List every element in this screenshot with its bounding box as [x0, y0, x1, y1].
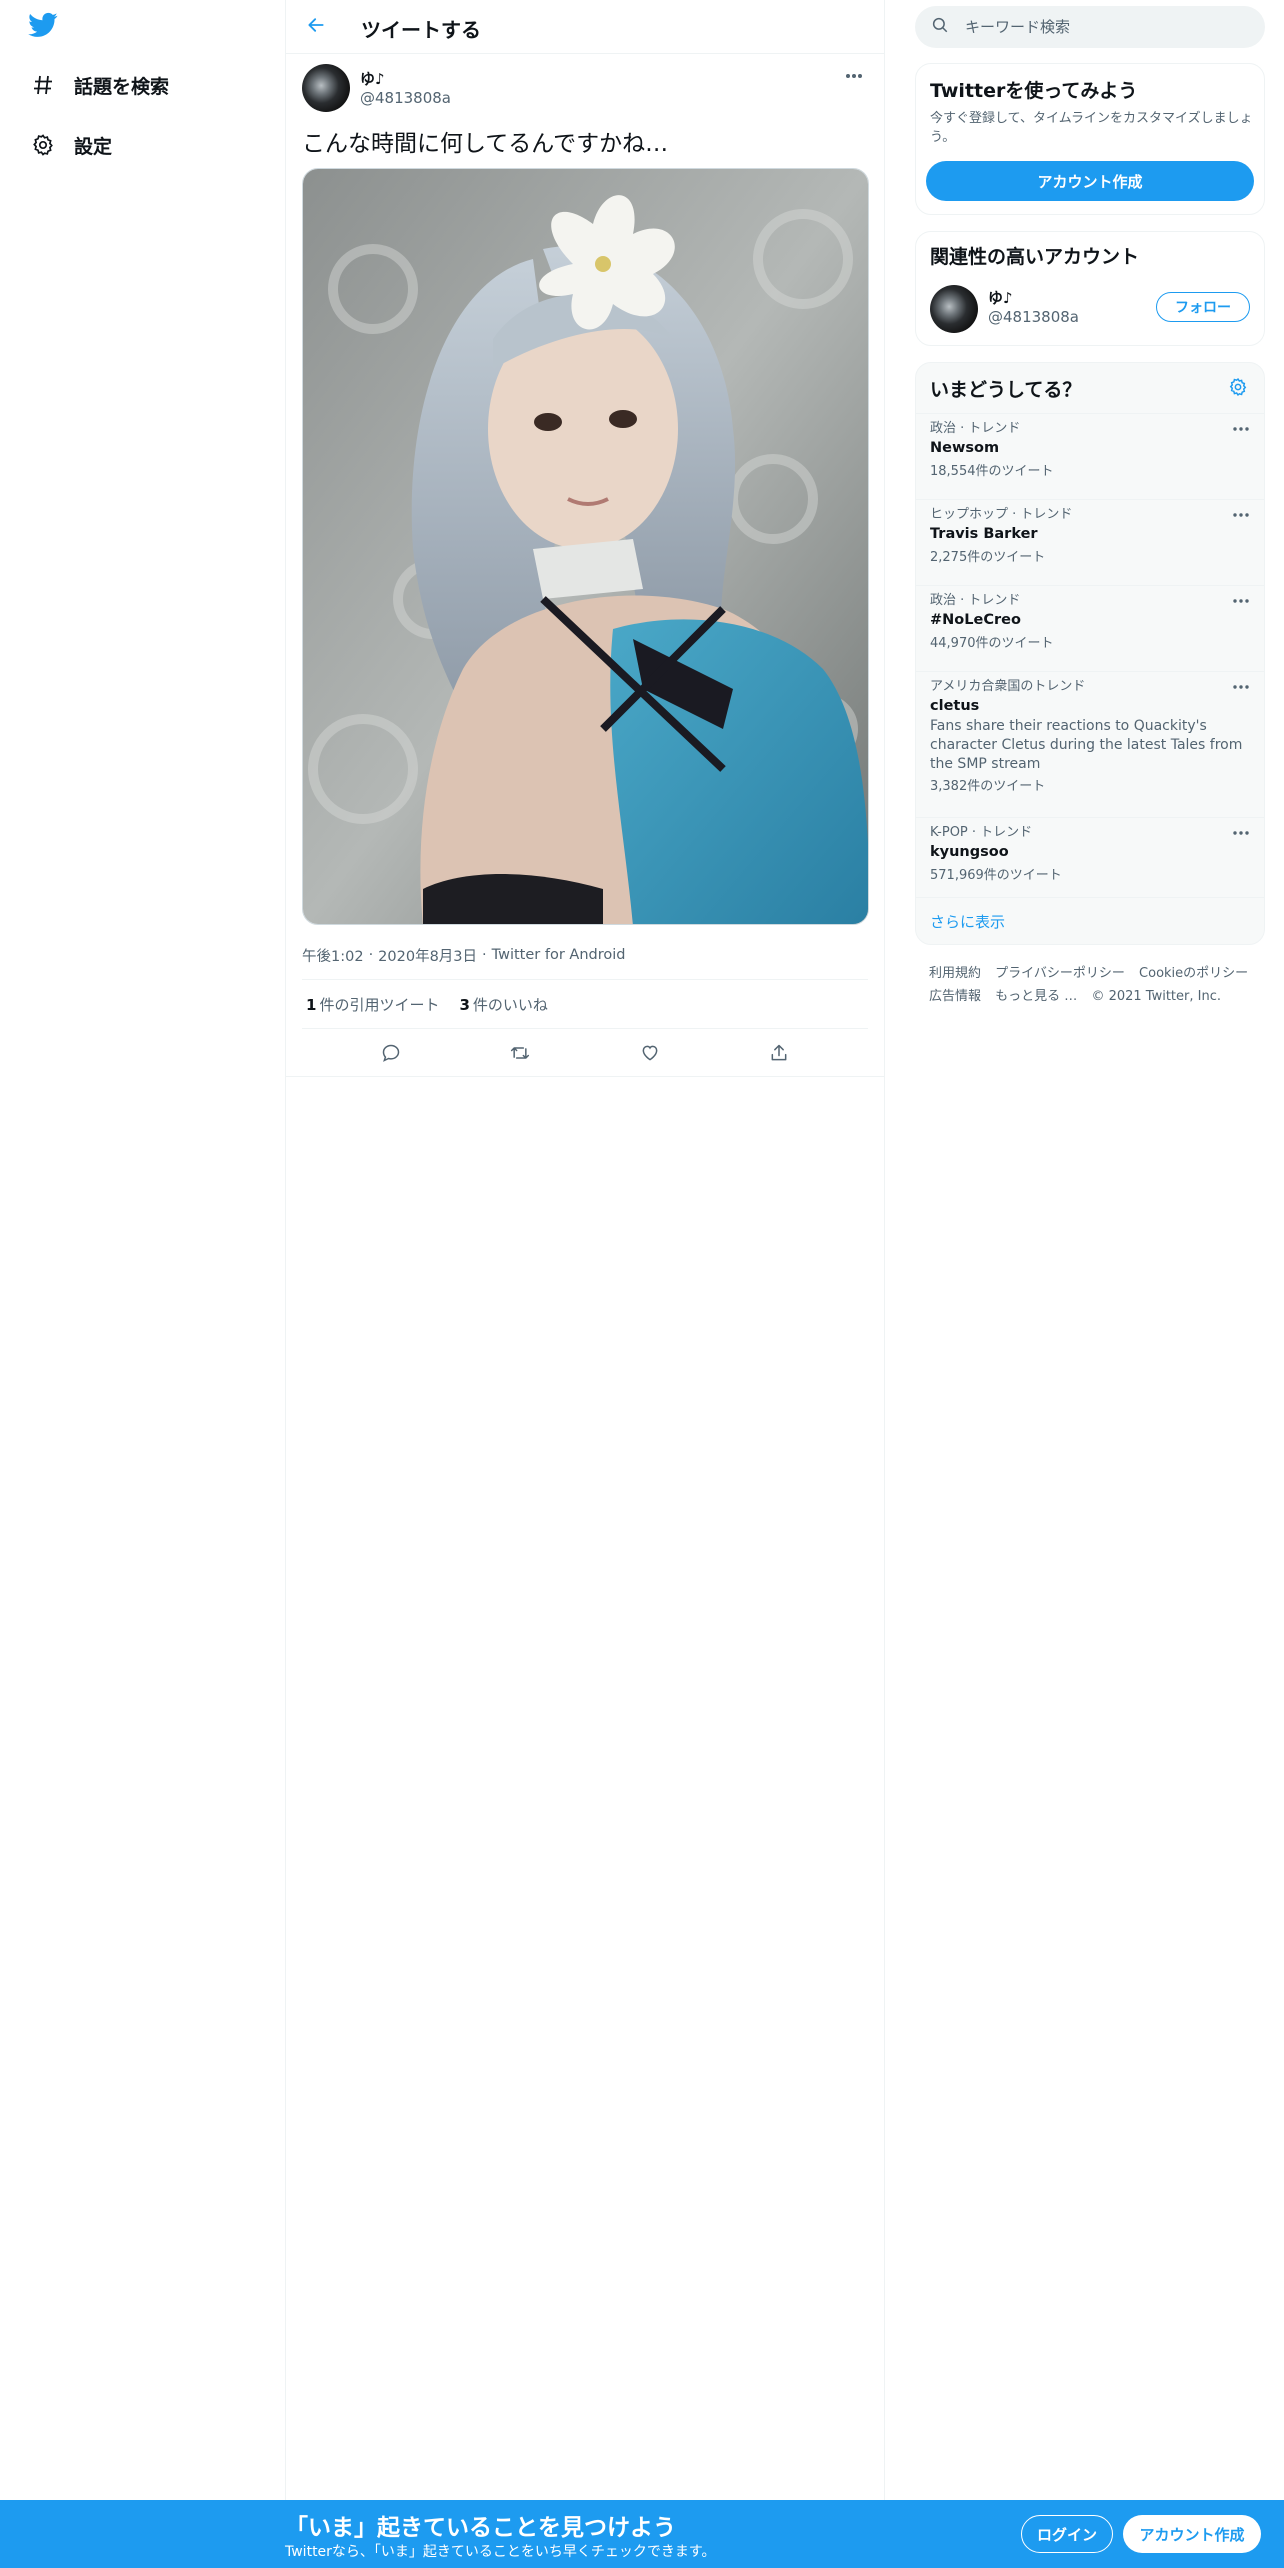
page-header: ツイートする [286, 0, 884, 54]
back-button[interactable] [300, 11, 332, 43]
quote-tweets-stat[interactable]: 1 件の引用ツイート [306, 994, 439, 1015]
copyright: © 2021 Twitter, Inc. [1091, 989, 1221, 1004]
search-input[interactable] [965, 18, 1225, 36]
nav-item-settings[interactable]: 設定 [28, 125, 112, 165]
tweet-author: ゆ♪ @4813808a [302, 64, 868, 120]
create-account-button[interactable]: アカウント作成 [926, 161, 1254, 201]
more-options-icon[interactable] [1230, 594, 1252, 608]
trends-card: いまどうしてる？ 政治 · トレンド Newsom 18,554件のツイート ヒ… [915, 362, 1265, 945]
trend-item[interactable]: アメリカ合衆国のトレンド cletus Fans share their rea… [916, 671, 1264, 817]
trend-item[interactable]: 政治 · トレンド #NoLeCreo 44,970件のツイート [916, 585, 1264, 671]
separator: · [368, 947, 374, 963]
signup-banner: 「いま」起きていることを見つけよう Twitterなら、「いま」起きていることを… [0, 2500, 1284, 2568]
reply-icon[interactable] [373, 1035, 409, 1071]
login-button[interactable]: ログイン [1021, 2515, 1113, 2553]
trend-count: 44,970件のツイート [930, 636, 1054, 651]
twitter-bird-icon[interactable] [26, 10, 64, 44]
like-count: 3 [459, 995, 470, 1014]
trend-item[interactable]: ヒップホップ · トレンド Travis Barker 2,275件のツイート [916, 499, 1264, 585]
quote-count: 1 [306, 995, 317, 1014]
author-handle[interactable]: @4813808a [360, 89, 451, 107]
trend-count: 2,275件のツイート [930, 550, 1046, 565]
banner-subtitle: Twitterなら、「いま」起きていることをいち早くチェックできます。 [285, 2544, 716, 2560]
more-options-icon[interactable] [1230, 508, 1252, 522]
trend-item[interactable]: K-POP · トレンド kyungsoo 571,969件のツイート [916, 817, 1264, 897]
tweet-text: こんな時間に何してるんですかね… [302, 131, 669, 157]
tweet-stats: 1 件の引用ツイート 3 件のいいね [302, 979, 868, 1029]
avatar[interactable] [930, 285, 978, 333]
nav-item-label: 設定 [74, 135, 113, 158]
trend-category: 政治 · トレンド [930, 593, 1021, 608]
trend-category: アメリカ合衆国のトレンド [930, 679, 1086, 694]
tweet-date[interactable]: 2020年8月3日 [378, 945, 477, 966]
arrow-left-icon [306, 15, 326, 39]
like-icon[interactable] [632, 1035, 668, 1071]
main-column: ツイートする ゆ♪ @4813808a こんな時間に何してるんですかね… 午後1… [285, 0, 885, 2500]
trend-category: K-POP · トレンド [930, 825, 1033, 840]
separator: · [482, 947, 487, 963]
nav-item-explore[interactable]: 話題を検索 [28, 65, 169, 105]
trend-name: kyungsoo [930, 844, 1009, 860]
signup-card: Twitterを使ってみよう 今すぐ登録して、タイムラインをカスタマイズしましょ… [915, 63, 1265, 215]
avatar[interactable] [302, 64, 350, 112]
more-options-icon[interactable] [842, 68, 866, 84]
quote-label: 件の引用ツイート [319, 995, 440, 1014]
trend-item[interactable]: 政治 · トレンド Newsom 18,554件のツイート [916, 413, 1264, 499]
related-account-handle[interactable]: @4813808a [988, 308, 1079, 326]
trend-name: #NoLeCreo [930, 612, 1021, 628]
gear-icon[interactable] [1224, 373, 1252, 401]
trend-name: Newsom [930, 440, 1000, 456]
show-more-link[interactable]: さらに表示 [916, 897, 1264, 945]
trend-count: 18,554件のツイート [930, 464, 1054, 479]
footer-link-more[interactable]: もっと見る … [995, 989, 1077, 1004]
gear-icon [28, 130, 58, 160]
banner-title: 「いま」起きていることを見つけよう [285, 2515, 676, 2541]
trend-name: Travis Barker [930, 526, 1038, 542]
related-account-name[interactable]: ゆ♪ [988, 287, 1013, 308]
tweet: ゆ♪ @4813808a こんな時間に何してるんですかね… 午後1:02 · 2… [286, 64, 884, 1077]
share-icon[interactable] [761, 1035, 797, 1071]
tweet-time[interactable]: 午後1:02 [302, 945, 364, 966]
page-title: ツイートする [361, 18, 481, 42]
signup-title: Twitterを使ってみよう [930, 80, 1138, 102]
like-label: 件のいいね [472, 995, 548, 1014]
footer-links: 利用規約 プライバシーポリシー Cookieのポリシー 広告情報 もっと見る …… [929, 962, 1259, 1008]
search-icon [931, 16, 949, 38]
related-accounts-card: 関連性の高いアカウント ゆ♪ @4813808a フォロー [915, 231, 1265, 346]
trend-category: ヒップホップ · トレンド [930, 507, 1073, 522]
follow-button[interactable]: フォロー [1156, 292, 1250, 322]
hashtag-icon [28, 70, 58, 100]
footer-link-ads[interactable]: 広告情報 [929, 989, 981, 1004]
footer-link-terms[interactable]: 利用規約 [929, 966, 981, 981]
trend-count: 571,969件のツイート [930, 868, 1062, 883]
trend-description: Fans share their reactions to Quackity's… [930, 718, 1243, 772]
tweet-actions [286, 1029, 884, 1077]
search-box[interactable] [915, 6, 1265, 48]
more-options-icon[interactable] [1230, 422, 1252, 436]
tweet-source[interactable]: Twitter for Android [492, 947, 626, 963]
more-options-icon[interactable] [1230, 826, 1252, 840]
author-name[interactable]: ゆ♪ [360, 68, 385, 89]
trend-category: 政治 · トレンド [930, 421, 1021, 436]
footer-link-privacy[interactable]: プライバシーポリシー [995, 966, 1125, 981]
signup-description: 今すぐ登録して、タイムラインをカスタマイズしましょう。 [930, 111, 1253, 145]
tweet-photo[interactable] [302, 168, 869, 925]
left-navigation: 話題を検索 設定 [0, 0, 285, 2500]
footer-link-cookies[interactable]: Cookieのポリシー [1139, 966, 1248, 981]
tweet-timestamp: 午後1:02 · 2020年8月3日 · Twitter for Android [302, 941, 868, 969]
nav-item-label: 話題を検索 [74, 75, 170, 98]
trends-title: いまどうしてる？ [930, 379, 1082, 401]
more-options-icon[interactable] [1230, 680, 1252, 694]
retweet-icon[interactable] [502, 1035, 538, 1071]
trend-name: cletus [930, 698, 980, 714]
likes-stat[interactable]: 3 件のいいね [459, 994, 547, 1015]
related-title: 関連性の高いアカウント [930, 246, 1140, 268]
trend-count: 3,382件のツイート [930, 779, 1046, 794]
signup-button[interactable]: アカウント作成 [1123, 2515, 1261, 2553]
